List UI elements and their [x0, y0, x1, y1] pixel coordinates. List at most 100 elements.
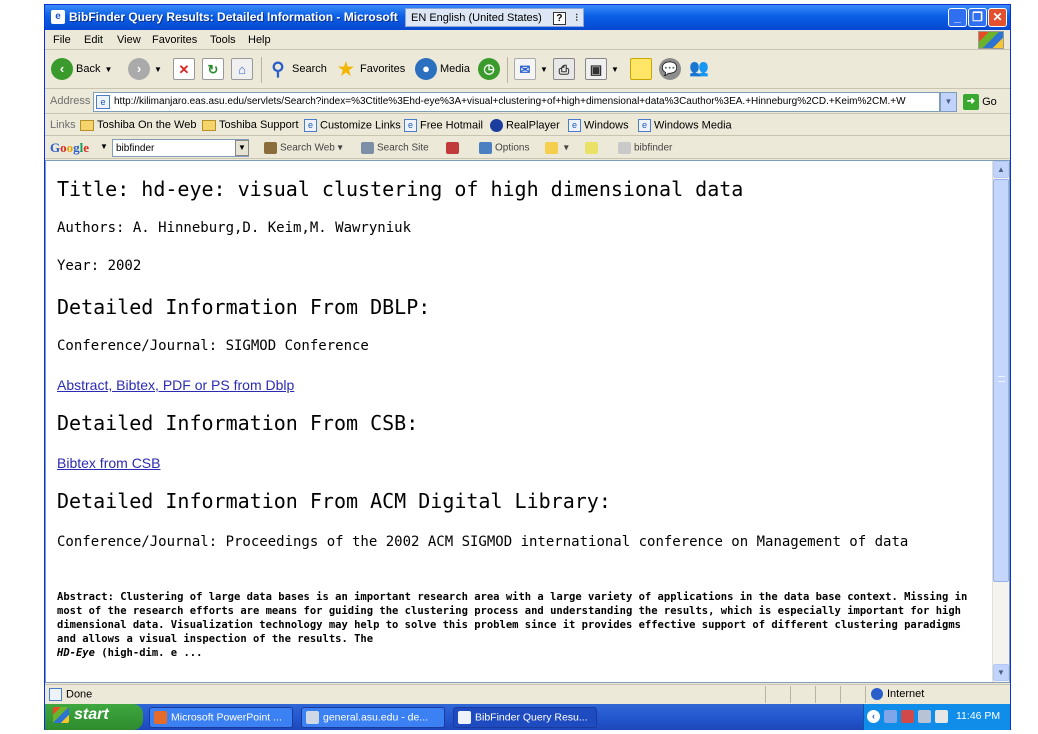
task-label: Microsoft PowerPoint ... — [171, 711, 282, 724]
clock[interactable]: 11:46 PM — [956, 710, 1000, 722]
chevron-down-icon[interactable]: ▼ — [154, 65, 162, 74]
csb-link[interactable]: Bibtex from CSB — [57, 455, 160, 471]
close-button[interactable]: ✕ — [988, 8, 1007, 27]
highlight-term-button[interactable]: bibfinder — [618, 142, 672, 154]
link-windows[interactable]: e Windows — [568, 119, 629, 132]
link-toshiba-support[interactable]: Toshiba Support — [202, 119, 299, 131]
page-content: Title: hd-eye: visual clustering of high… — [45, 160, 1010, 683]
dblp-link[interactable]: Abstract, Bibtex, PDF or PS from Dblp — [57, 377, 294, 393]
address-url[interactable]: http://kilimanjaro.eas.asu.edu/servlets/… — [114, 96, 906, 107]
status-divider — [790, 686, 791, 703]
security-alert-icon[interactable] — [901, 710, 914, 723]
scroll-up-button[interactable]: ▲ — [993, 161, 1009, 178]
google-search-input[interactable] — [112, 139, 249, 157]
discuss-icon: 💬 — [659, 58, 681, 80]
task-powerpoint[interactable]: Microsoft PowerPoint ... — [149, 707, 293, 728]
pagerank-button[interactable] — [446, 142, 462, 154]
stop-button[interactable]: ✕ — [173, 58, 195, 82]
refresh-icon: ↻ — [202, 58, 224, 80]
menu-file[interactable]: File — [53, 34, 71, 46]
link-free-hotmail[interactable]: e Free Hotmail — [404, 119, 483, 132]
back-button[interactable]: ‹ Back ▼ — [51, 58, 112, 82]
globe-icon — [871, 688, 883, 701]
chevron-down-icon[interactable]: ▼ — [104, 65, 112, 74]
standard-toolbar: ‹ Back ▼ › ▼ ✕ ↻ ⌂ ⚲ Search ★ Favorites ● Medi… — [45, 51, 1010, 89]
sticky-note-icon — [630, 58, 652, 80]
start-button[interactable]: start — [45, 704, 143, 730]
favorites-button[interactable]: ★ Favorites — [335, 58, 405, 82]
task-bibfinder[interactable]: BibFinder Query Resu... — [453, 707, 597, 728]
link-realplayer[interactable]: RealPlayer — [490, 119, 560, 132]
language-bar-options-icon[interactable]: ⁝ — [575, 12, 579, 24]
chevron-down-icon[interactable]: ▼ — [100, 142, 108, 151]
print-button[interactable]: ⎙ — [553, 58, 575, 82]
options-button[interactable]: Options — [479, 142, 529, 154]
menu-help[interactable]: Help — [248, 34, 271, 46]
mail-button[interactable]: ✉ ▼ — [514, 58, 548, 82]
authors-text: Authors: A. Hinneburg,D. Keim,M. Wawryni… — [57, 220, 412, 236]
media-button[interactable]: ● Media — [415, 58, 470, 82]
menu-view[interactable]: View — [117, 34, 141, 46]
refresh-button[interactable]: ↻ — [202, 58, 224, 82]
help-icon[interactable]: ? — [552, 12, 566, 25]
link-label: Toshiba Support — [219, 119, 299, 131]
dblp-heading: Detailed Information From DBLP: — [57, 295, 431, 319]
highlighter-button[interactable] — [585, 142, 601, 154]
up-folder-icon — [545, 142, 558, 154]
search-site-button[interactable]: Search Site — [361, 142, 429, 154]
menu-favorites[interactable]: Favorites — [152, 34, 197, 46]
print-icon: ⎙ — [553, 58, 575, 80]
network-icon[interactable] — [884, 710, 897, 723]
security-zone[interactable]: Internet — [871, 688, 924, 701]
language-indicator[interactable]: EN English (United States) — [411, 12, 542, 24]
messenger-button[interactable]: 👥 — [688, 58, 710, 82]
minimize-button[interactable]: _ — [948, 8, 967, 27]
page-title: Title: hd-eye: visual clustering of high… — [57, 177, 744, 201]
safely-remove-icon[interactable] — [918, 710, 931, 723]
acm-conference: Conference/Journal: Proceedings of the 2… — [57, 534, 909, 550]
status-divider — [840, 686, 841, 703]
vertical-scrollbar[interactable]: ▲ ▼ — [992, 161, 1009, 682]
forward-button[interactable]: › ▼ — [128, 58, 162, 82]
address-label: Address — [50, 95, 91, 107]
chevron-down-icon[interactable]: ▼ — [540, 65, 548, 74]
discuss-button[interactable]: 💬 — [659, 58, 681, 82]
go-button[interactable]: ➜ Go — [963, 94, 997, 110]
search-label: Search — [292, 63, 327, 75]
restore-button[interactable]: ❐ — [968, 8, 987, 27]
google-logo[interactable]: Google — [50, 140, 89, 156]
display-icon[interactable] — [935, 710, 948, 723]
show-hidden-icons-button[interactable]: ‹ — [867, 710, 880, 723]
status-divider — [865, 686, 866, 703]
scroll-thumb[interactable] — [993, 179, 1009, 582]
link-toshiba-web[interactable]: Toshiba On the Web — [80, 119, 196, 131]
title-bar[interactable]: e BibFinder Query Results: Detailed Info… — [45, 5, 1010, 30]
scroll-down-button[interactable]: ▼ — [993, 664, 1009, 681]
windows-logo-icon — [978, 31, 1004, 49]
link-windows-media[interactable]: e Windows Media — [638, 119, 732, 132]
search-button[interactable]: ⚲ Search — [267, 58, 327, 82]
search-web-label: Search Web — [280, 142, 335, 154]
link-customize-links[interactable]: e Customize Links — [304, 119, 401, 132]
search-web-button[interactable]: Search Web ▾ — [264, 142, 343, 154]
language-bar[interactable]: EN English (United States) ? ⁝ — [405, 8, 585, 27]
csb-heading: Detailed Information From CSB: — [57, 411, 419, 435]
home-button[interactable]: ⌂ — [231, 58, 253, 82]
go-label: Go — [982, 95, 997, 108]
abstract-tail: (high-dim. e ... — [101, 647, 203, 659]
address-dropdown-button[interactable]: ▼ — [940, 92, 957, 112]
menu-edit[interactable]: Edit — [84, 34, 103, 46]
status-divider — [765, 686, 766, 703]
pagerank-icon — [446, 142, 459, 154]
history-button[interactable]: ◷ — [478, 58, 500, 82]
edit-button[interactable]: ▣ ▼ — [585, 58, 619, 82]
find-term-icon — [618, 142, 631, 154]
note-button[interactable] — [630, 58, 652, 82]
chevron-down-icon[interactable]: ▼ — [611, 65, 619, 74]
google-search-dropdown[interactable]: ▼ — [235, 140, 249, 156]
address-input[interactable]: e http://kilimanjaro.eas.asu.edu/servlet… — [93, 92, 940, 112]
menu-tools[interactable]: Tools — [210, 34, 236, 46]
task-general-asu[interactable]: general.asu.edu - de... — [301, 707, 445, 728]
up-folder-button[interactable]: ▾ — [545, 142, 569, 154]
star-icon: ★ — [337, 59, 355, 79]
